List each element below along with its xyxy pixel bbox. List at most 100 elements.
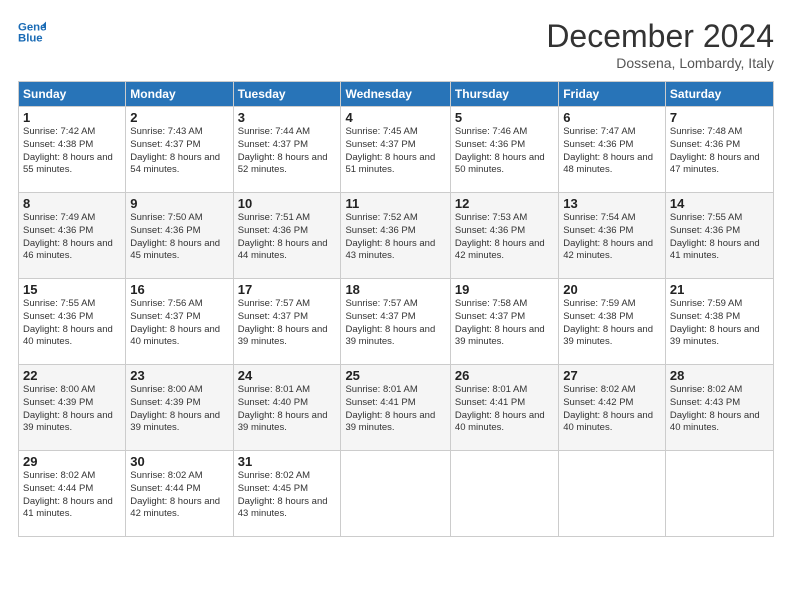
logo-icon: General Blue [18,18,46,46]
day-cell: 17 Sunrise: 7:57 AM Sunset: 4:37 PM Dayl… [233,279,341,365]
day-cell: 25 Sunrise: 8:01 AM Sunset: 4:41 PM Dayl… [341,365,450,451]
day-number: 30 [130,454,228,469]
day-number: 24 [238,368,337,383]
day-cell [450,451,558,537]
day-info: Sunrise: 7:52 AM Sunset: 4:36 PM Dayligh… [345,212,445,263]
day-info: Sunrise: 8:01 AM Sunset: 4:41 PM Dayligh… [345,384,445,435]
day-number: 27 [563,368,661,383]
week-row-1: 1 Sunrise: 7:42 AM Sunset: 4:38 PM Dayli… [19,107,774,193]
day-info: Sunrise: 7:48 AM Sunset: 4:36 PM Dayligh… [670,126,769,177]
day-cell: 26 Sunrise: 8:01 AM Sunset: 4:41 PM Dayl… [450,365,558,451]
day-cell: 5 Sunrise: 7:46 AM Sunset: 4:36 PM Dayli… [450,107,558,193]
day-cell: 18 Sunrise: 7:57 AM Sunset: 4:37 PM Dayl… [341,279,450,365]
col-header-wednesday: Wednesday [341,82,450,107]
col-header-monday: Monday [126,82,233,107]
day-cell: 30 Sunrise: 8:02 AM Sunset: 4:44 PM Dayl… [126,451,233,537]
day-info: Sunrise: 8:00 AM Sunset: 4:39 PM Dayligh… [23,384,121,435]
header: General Blue December 2024 Dossena, Lomb… [18,18,774,71]
day-info: Sunrise: 7:54 AM Sunset: 4:36 PM Dayligh… [563,212,661,263]
week-row-5: 29 Sunrise: 8:02 AM Sunset: 4:44 PM Dayl… [19,451,774,537]
col-header-tuesday: Tuesday [233,82,341,107]
day-info: Sunrise: 7:44 AM Sunset: 4:37 PM Dayligh… [238,126,337,177]
day-number: 22 [23,368,121,383]
day-number: 8 [23,196,121,211]
day-cell: 16 Sunrise: 7:56 AM Sunset: 4:37 PM Dayl… [126,279,233,365]
day-number: 26 [455,368,554,383]
day-cell: 4 Sunrise: 7:45 AM Sunset: 4:37 PM Dayli… [341,107,450,193]
day-cell: 13 Sunrise: 7:54 AM Sunset: 4:36 PM Dayl… [559,193,666,279]
day-info: Sunrise: 8:02 AM Sunset: 4:43 PM Dayligh… [670,384,769,435]
month-title: December 2024 [546,18,774,55]
svg-text:Blue: Blue [18,33,43,45]
day-cell: 21 Sunrise: 7:59 AM Sunset: 4:38 PM Dayl… [665,279,773,365]
day-info: Sunrise: 7:50 AM Sunset: 4:36 PM Dayligh… [130,212,228,263]
day-number: 23 [130,368,228,383]
day-number: 7 [670,110,769,125]
day-cell: 20 Sunrise: 7:59 AM Sunset: 4:38 PM Dayl… [559,279,666,365]
day-info: Sunrise: 8:02 AM Sunset: 4:44 PM Dayligh… [130,470,228,521]
day-info: Sunrise: 8:02 AM Sunset: 4:45 PM Dayligh… [238,470,337,521]
day-info: Sunrise: 7:55 AM Sunset: 4:36 PM Dayligh… [23,298,121,349]
day-number: 19 [455,282,554,297]
day-number: 20 [563,282,661,297]
day-number: 1 [23,110,121,125]
day-cell [559,451,666,537]
day-cell: 22 Sunrise: 8:00 AM Sunset: 4:39 PM Dayl… [19,365,126,451]
day-info: Sunrise: 7:53 AM Sunset: 4:36 PM Dayligh… [455,212,554,263]
day-number: 16 [130,282,228,297]
day-info: Sunrise: 7:51 AM Sunset: 4:36 PM Dayligh… [238,212,337,263]
day-cell [341,451,450,537]
calendar-body: 1 Sunrise: 7:42 AM Sunset: 4:38 PM Dayli… [19,107,774,537]
day-info: Sunrise: 7:58 AM Sunset: 4:37 PM Dayligh… [455,298,554,349]
day-cell: 2 Sunrise: 7:43 AM Sunset: 4:37 PM Dayli… [126,107,233,193]
title-block: December 2024 Dossena, Lombardy, Italy [546,18,774,71]
calendar-table: SundayMondayTuesdayWednesdayThursdayFrid… [18,81,774,537]
day-number: 2 [130,110,228,125]
day-cell: 12 Sunrise: 7:53 AM Sunset: 4:36 PM Dayl… [450,193,558,279]
day-number: 10 [238,196,337,211]
day-number: 6 [563,110,661,125]
day-info: Sunrise: 7:49 AM Sunset: 4:36 PM Dayligh… [23,212,121,263]
day-cell: 24 Sunrise: 8:01 AM Sunset: 4:40 PM Dayl… [233,365,341,451]
day-number: 3 [238,110,337,125]
day-number: 5 [455,110,554,125]
day-info: Sunrise: 7:55 AM Sunset: 4:36 PM Dayligh… [670,212,769,263]
page: General Blue December 2024 Dossena, Lomb… [0,0,792,612]
day-number: 15 [23,282,121,297]
day-info: Sunrise: 7:57 AM Sunset: 4:37 PM Dayligh… [238,298,337,349]
day-info: Sunrise: 8:00 AM Sunset: 4:39 PM Dayligh… [130,384,228,435]
day-cell: 14 Sunrise: 7:55 AM Sunset: 4:36 PM Dayl… [665,193,773,279]
day-info: Sunrise: 7:46 AM Sunset: 4:36 PM Dayligh… [455,126,554,177]
day-number: 18 [345,282,445,297]
col-header-thursday: Thursday [450,82,558,107]
svg-text:General: General [18,21,46,33]
day-info: Sunrise: 7:42 AM Sunset: 4:38 PM Dayligh… [23,126,121,177]
day-info: Sunrise: 7:59 AM Sunset: 4:38 PM Dayligh… [670,298,769,349]
day-info: Sunrise: 7:47 AM Sunset: 4:36 PM Dayligh… [563,126,661,177]
day-cell: 8 Sunrise: 7:49 AM Sunset: 4:36 PM Dayli… [19,193,126,279]
day-number: 21 [670,282,769,297]
day-info: Sunrise: 8:01 AM Sunset: 4:40 PM Dayligh… [238,384,337,435]
day-info: Sunrise: 8:02 AM Sunset: 4:42 PM Dayligh… [563,384,661,435]
day-number: 25 [345,368,445,383]
day-cell: 7 Sunrise: 7:48 AM Sunset: 4:36 PM Dayli… [665,107,773,193]
day-cell: 15 Sunrise: 7:55 AM Sunset: 4:36 PM Dayl… [19,279,126,365]
day-cell: 28 Sunrise: 8:02 AM Sunset: 4:43 PM Dayl… [665,365,773,451]
day-cell: 29 Sunrise: 8:02 AM Sunset: 4:44 PM Dayl… [19,451,126,537]
col-header-saturday: Saturday [665,82,773,107]
day-cell: 1 Sunrise: 7:42 AM Sunset: 4:38 PM Dayli… [19,107,126,193]
col-header-sunday: Sunday [19,82,126,107]
day-cell: 19 Sunrise: 7:58 AM Sunset: 4:37 PM Dayl… [450,279,558,365]
day-number: 12 [455,196,554,211]
day-info: Sunrise: 7:57 AM Sunset: 4:37 PM Dayligh… [345,298,445,349]
day-number: 13 [563,196,661,211]
week-row-3: 15 Sunrise: 7:55 AM Sunset: 4:36 PM Dayl… [19,279,774,365]
day-info: Sunrise: 7:45 AM Sunset: 4:37 PM Dayligh… [345,126,445,177]
week-row-4: 22 Sunrise: 8:00 AM Sunset: 4:39 PM Dayl… [19,365,774,451]
day-info: Sunrise: 7:43 AM Sunset: 4:37 PM Dayligh… [130,126,228,177]
day-cell [665,451,773,537]
day-number: 28 [670,368,769,383]
day-info: Sunrise: 7:56 AM Sunset: 4:37 PM Dayligh… [130,298,228,349]
day-number: 29 [23,454,121,469]
calendar-header-row: SundayMondayTuesdayWednesdayThursdayFrid… [19,82,774,107]
